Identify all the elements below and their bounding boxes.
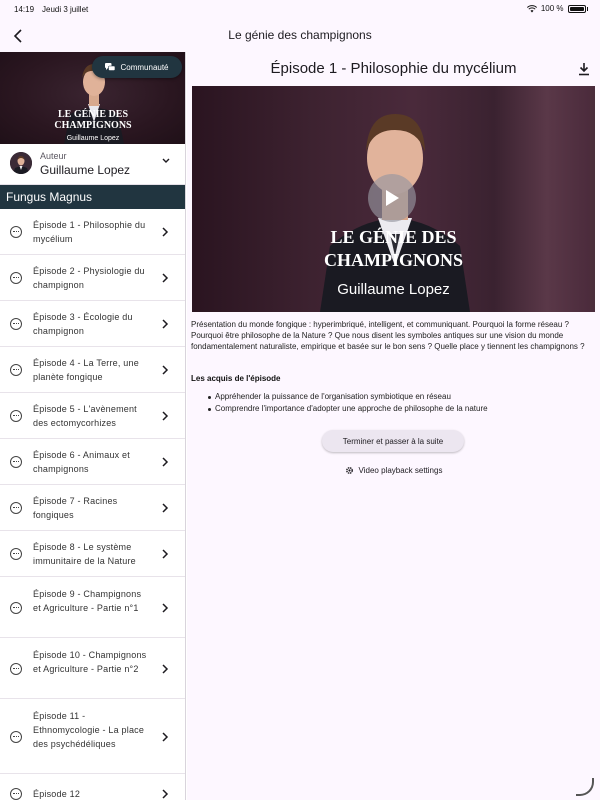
chevron-right-icon bbox=[162, 457, 169, 467]
episode-item[interactable]: Épisode 11 - Ethnomycologie - La place d… bbox=[0, 699, 185, 774]
chevron-right-icon bbox=[162, 411, 169, 421]
episode-label: Épisode 10 - Champignons et Agriculture … bbox=[33, 649, 147, 674]
chevron-right-icon bbox=[162, 365, 169, 375]
video-author: Guillaume Lopez bbox=[337, 281, 450, 298]
section-title: Fungus Magnus bbox=[0, 185, 185, 209]
video-settings-link[interactable]: Video playback settings bbox=[187, 466, 600, 475]
course-cover: LE GÉNIE DES CHAMPIGNONS Guillaume Lopez… bbox=[0, 52, 185, 144]
play-circle-icon bbox=[10, 730, 22, 743]
episode-item[interactable]: Épisode 10 - Champignons et Agriculture … bbox=[0, 638, 185, 699]
play-circle-icon bbox=[10, 272, 22, 284]
battery-percent: 100 % bbox=[540, 4, 564, 13]
chevron-right-icon bbox=[162, 731, 169, 742]
play-button[interactable] bbox=[368, 174, 416, 222]
chevron-right-icon bbox=[162, 319, 169, 329]
finish-next-button[interactable]: Terminer et passer à la suite bbox=[322, 430, 464, 452]
battery-tip bbox=[586, 6, 588, 11]
play-circle-icon bbox=[10, 226, 22, 238]
episode-list: Épisode 1 - Philosophie du mycélium Épiso… bbox=[0, 209, 185, 800]
episode-item[interactable]: Épisode 6 - Animaux et champignons bbox=[0, 439, 185, 485]
chevron-right-icon bbox=[162, 549, 169, 559]
cover-title-line1: LE GÉNIE DES bbox=[57, 109, 129, 120]
wifi-icon bbox=[526, 4, 537, 12]
play-circle-icon bbox=[10, 788, 22, 800]
acquis-title: Les acquis de l'épisode bbox=[191, 374, 281, 383]
episode-label: Épisode 12 bbox=[33, 789, 81, 799]
episode-item[interactable]: Épisode 4 - La Terre, une planète fongiq… bbox=[0, 347, 185, 393]
play-circle-icon bbox=[10, 662, 22, 675]
author-label: Auteur bbox=[40, 151, 67, 161]
episode-label: Épisode 6 - Animaux et champignons bbox=[33, 450, 130, 474]
episode-label: Épisode 9 - Champignons et Agriculture -… bbox=[33, 588, 142, 613]
cover-author: Guillaume Lopez bbox=[66, 135, 120, 142]
episode-label: Épisode 1 - Philosophie du mycélium bbox=[33, 220, 146, 244]
cover-title-line2: CHAMPIGNONS bbox=[54, 120, 132, 131]
acquis-list: Appréhender la puissance de l'organisati… bbox=[208, 391, 488, 415]
play-icon bbox=[386, 190, 399, 206]
episode-item[interactable]: Épisode 12 bbox=[0, 774, 185, 800]
chevron-right-icon bbox=[162, 663, 169, 674]
episode-label: Épisode 4 - La Terre, une planète fongiq… bbox=[33, 358, 139, 382]
chevron-right-icon bbox=[162, 602, 169, 613]
video-title-line2: CHAMPIGNONS bbox=[324, 250, 463, 270]
episode-label: Épisode 3 - Écologie du champignon bbox=[33, 312, 133, 336]
episode-description: Présentation du monde fongique : hyperim… bbox=[191, 320, 585, 351]
episode-label: Épisode 7 - Racines fongiques bbox=[33, 496, 118, 520]
video-title: LE GÉNIE DES CHAMPIGNONS bbox=[192, 226, 595, 272]
chat-bubbles-icon bbox=[105, 62, 116, 71]
chevron-down-icon bbox=[162, 158, 170, 163]
status-bar: 14:19 Jeudi 3 juillet 100 % bbox=[0, 0, 600, 20]
play-circle-icon bbox=[10, 456, 22, 468]
play-circle-icon bbox=[10, 502, 22, 514]
app-title: Le génie des champignons bbox=[228, 28, 372, 42]
episode-label: Épisode 5 - L'avènement des ectomycorhiz… bbox=[33, 404, 137, 428]
gear-icon bbox=[345, 467, 353, 474]
cover-title: LE GÉNIE DES CHAMPIGNONS bbox=[0, 109, 185, 131]
status-right: 100 % bbox=[526, 4, 588, 13]
chevron-right-icon bbox=[162, 227, 169, 237]
chevron-right-icon bbox=[162, 503, 169, 513]
sidebar: LE GÉNIE DES CHAMPIGNONS Guillaume Lopez… bbox=[0, 52, 186, 800]
episode-item[interactable]: Épisode 7 - Racines fongiques bbox=[0, 485, 185, 531]
episode-item[interactable]: Épisode 1 - Philosophie du mycélium bbox=[0, 209, 185, 255]
acquis-item: Appréhender la puissance de l'organisati… bbox=[208, 391, 488, 403]
play-circle-icon bbox=[10, 548, 22, 560]
app-bar: Le génie des champignons bbox=[0, 20, 600, 52]
episode-label: Épisode 11 - Ethnomycologie - La place d… bbox=[33, 710, 145, 749]
status-date: Jeudi 3 juillet bbox=[42, 5, 89, 14]
download-icon[interactable] bbox=[578, 62, 590, 76]
video-title-line1: LE GÉNIE DES bbox=[330, 227, 457, 247]
play-circle-icon bbox=[10, 601, 22, 614]
author-name: Guillaume Lopez bbox=[40, 163, 131, 177]
author-avatar bbox=[10, 152, 32, 174]
acquis-item: Comprendre l'importance d'adopter une ap… bbox=[208, 403, 488, 415]
episode-item[interactable]: Épisode 8 - Le système immunitaire de la… bbox=[0, 531, 185, 577]
battery-icon bbox=[567, 4, 586, 13]
play-circle-icon bbox=[10, 318, 22, 330]
community-button[interactable]: Communauté bbox=[92, 56, 182, 78]
episode-item[interactable]: Épisode 9 - Champignons et Agriculture -… bbox=[0, 577, 185, 638]
chevron-right-icon bbox=[162, 789, 169, 799]
episode-item[interactable]: Épisode 3 - Écologie du champignon bbox=[0, 301, 185, 347]
episode-item[interactable]: Épisode 5 - L'avènement des ectomycorhiz… bbox=[0, 393, 185, 439]
episode-item[interactable]: Épisode 2 - Physiologie du champignon bbox=[0, 255, 185, 301]
episode-label: Épisode 8 - Le système immunitaire de la… bbox=[33, 542, 136, 566]
community-label: Communauté bbox=[120, 62, 169, 72]
episode-panel: Épisode 1 - Philosophie du mycélium LE G… bbox=[187, 52, 600, 800]
episode-title: Épisode 1 - Philosophie du mycélium bbox=[270, 60, 517, 77]
episode-label: Épisode 2 - Physiologie du champignon bbox=[33, 266, 145, 290]
play-circle-icon bbox=[10, 410, 22, 422]
author-selector[interactable]: Auteur Guillaume Lopez bbox=[0, 144, 185, 185]
chevron-right-icon bbox=[162, 273, 169, 283]
video-settings-label: Video playback settings bbox=[358, 466, 443, 475]
play-circle-icon bbox=[10, 364, 22, 376]
video-player[interactable]: LE GÉNIE DES CHAMPIGNONS Guillaume Lopez bbox=[192, 86, 595, 312]
status-time: 14:19 bbox=[14, 5, 35, 14]
